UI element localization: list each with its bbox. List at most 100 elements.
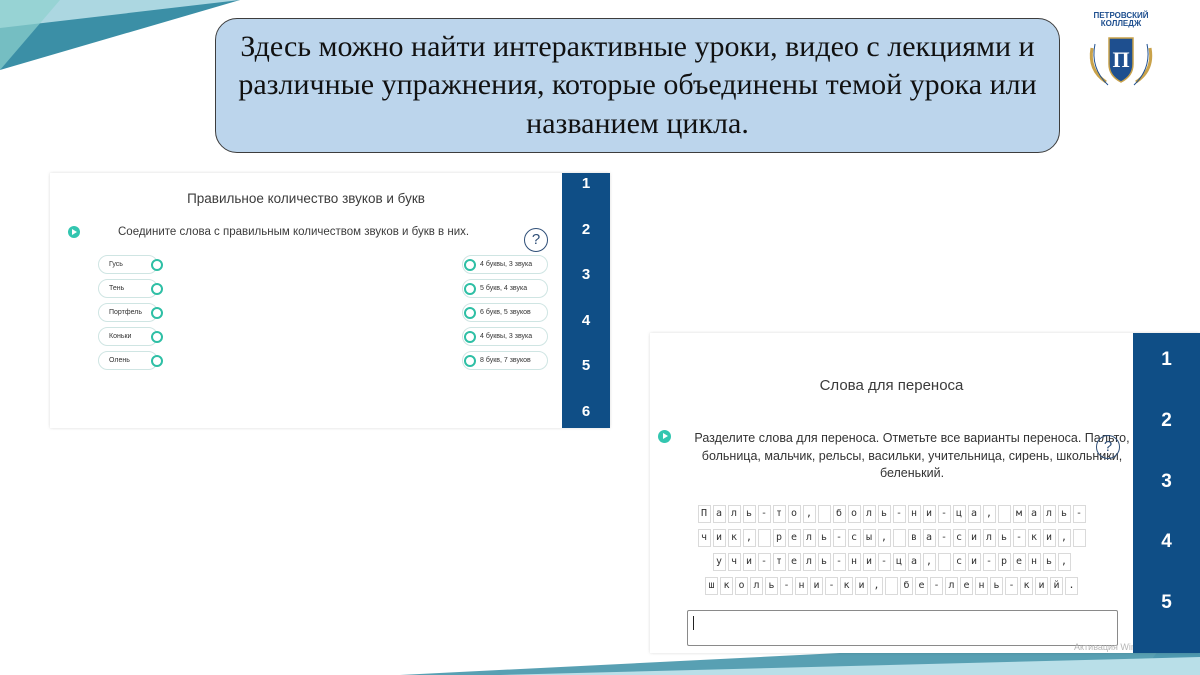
match-word-item[interactable]: Гусь (98, 255, 163, 274)
letter-tile[interactable]: й (1050, 577, 1063, 595)
letter-tile[interactable]: ц (952, 505, 966, 523)
letter-tile[interactable]: , (802, 505, 816, 523)
letter-tile[interactable]: и (1042, 529, 1056, 547)
letter-tile[interactable]: е (787, 529, 801, 547)
letter-tile[interactable]: , (1057, 553, 1071, 571)
letter-tile[interactable]: к (720, 577, 733, 595)
letter-tile[interactable]: с (952, 553, 966, 571)
letter-tile[interactable] (892, 529, 906, 547)
letter-tile[interactable]: и (1035, 577, 1048, 595)
letter-tile[interactable]: т (772, 553, 786, 571)
letter-tile[interactable]: а (922, 529, 936, 547)
match-word-item[interactable]: Олень (98, 351, 163, 370)
connector-dot[interactable] (464, 283, 476, 295)
letter-tile[interactable]: ь (990, 577, 1003, 595)
letter-tile[interactable]: , (870, 577, 883, 595)
letter-tile[interactable]: н (795, 577, 808, 595)
letter-tile[interactable] (757, 529, 771, 547)
letter-tile[interactable]: т (772, 505, 786, 523)
connector-dot[interactable] (151, 355, 163, 367)
connector-dot[interactable] (151, 259, 163, 271)
letter-tile[interactable]: с (952, 529, 966, 547)
letter-tile[interactable]: н (847, 553, 861, 571)
letter-tile[interactable]: о (735, 577, 748, 595)
letter-tile[interactable]: - (982, 553, 996, 571)
nav-number-item[interactable]: 6 (582, 403, 590, 420)
letter-tile[interactable]: р (772, 529, 786, 547)
nav-number-item[interactable]: 5 (582, 357, 590, 374)
letter-tile[interactable]: и (967, 529, 981, 547)
letter-tile[interactable]: , (1057, 529, 1071, 547)
letter-tile[interactable]: к (1020, 577, 1033, 595)
letter-tile[interactable]: л (945, 577, 958, 595)
letter-tile[interactable]: и (862, 553, 876, 571)
nav-number-item[interactable]: 3 (1161, 471, 1172, 532)
letter-tile[interactable]: - (1012, 529, 1026, 547)
letter-tile[interactable]: р (997, 553, 1011, 571)
letter-tile[interactable] (997, 505, 1011, 523)
nav-number-item[interactable]: 2 (1161, 410, 1172, 471)
connector-dot[interactable] (464, 259, 476, 271)
letter-tile[interactable]: с (847, 529, 861, 547)
letter-tile[interactable]: к (1027, 529, 1041, 547)
letter-tile[interactable]: и (712, 529, 726, 547)
letter-tile[interactable]: - (930, 577, 943, 595)
letter-tile[interactable]: и (810, 577, 823, 595)
match-answer-item[interactable]: 4 буквы, 3 звука (462, 327, 548, 346)
letter-tile[interactable]: е (915, 577, 928, 595)
connector-dot[interactable] (464, 355, 476, 367)
letter-tile[interactable]: а (1027, 505, 1041, 523)
letter-tile[interactable]: л (750, 577, 763, 595)
letter-tile[interactable]: ц (892, 553, 906, 571)
letter-tile[interactable]: м (1012, 505, 1026, 523)
letter-tile[interactable]: л (727, 505, 741, 523)
letter-tile[interactable]: - (877, 553, 891, 571)
letter-tile[interactable]: а (907, 553, 921, 571)
letter-tile[interactable]: н (907, 505, 921, 523)
letter-tile[interactable]: ь (765, 577, 778, 595)
letter-tile[interactable]: н (975, 577, 988, 595)
nav-number-item[interactable]: 1 (1161, 349, 1172, 410)
letter-tile[interactable]: и (922, 505, 936, 523)
letter-tile[interactable] (937, 553, 951, 571)
letter-tile[interactable]: ь (1057, 505, 1071, 523)
letter-tile[interactable]: ы (862, 529, 876, 547)
letter-tile[interactable]: ь (1042, 553, 1056, 571)
letter-tile[interactable]: е (960, 577, 973, 595)
connector-dot[interactable] (151, 331, 163, 343)
match-word-item[interactable]: Коньки (98, 327, 163, 346)
nav-number-item[interactable]: 4 (582, 312, 590, 329)
letter-tile[interactable]: и (742, 553, 756, 571)
letter-tile[interactable]: - (892, 505, 906, 523)
letter-tile[interactable]: - (1005, 577, 1018, 595)
letter-tile[interactable]: л (862, 505, 876, 523)
letter-tile[interactable]: ь (877, 505, 891, 523)
letter-tile[interactable]: ь (742, 505, 756, 523)
play-audio-icon[interactable] (658, 430, 671, 443)
letter-tile[interactable]: - (757, 505, 771, 523)
letter-tile[interactable]: - (757, 553, 771, 571)
letter-tile[interactable]: е (1012, 553, 1026, 571)
letter-tile[interactable]: у (712, 553, 726, 571)
match-answer-item[interactable]: 4 буквы, 3 звука (462, 255, 548, 274)
nav-number-item[interactable]: 1 (582, 175, 590, 192)
match-word-item[interactable]: Тень (98, 279, 163, 298)
letter-tile[interactable]: ш (705, 577, 718, 595)
letter-tile[interactable]: л (982, 529, 996, 547)
letter-tile[interactable]: и (855, 577, 868, 595)
letter-tile[interactable]: а (712, 505, 726, 523)
letter-tile[interactable] (885, 577, 898, 595)
letter-tile[interactable]: ь (817, 529, 831, 547)
letter-tile[interactable]: о (787, 505, 801, 523)
match-word-item[interactable]: Портфель (98, 303, 163, 322)
letter-tile[interactable]: - (832, 529, 846, 547)
letter-tile[interactable]: П (697, 505, 711, 523)
nav-number-item[interactable]: 5 (1161, 592, 1172, 653)
letter-tile[interactable]: , (922, 553, 936, 571)
letter-tile[interactable]: - (832, 553, 846, 571)
letter-tile[interactable]: , (742, 529, 756, 547)
letter-tile[interactable]: . (1065, 577, 1078, 595)
nav-number-item[interactable]: 2 (582, 221, 590, 238)
letter-tile[interactable]: - (825, 577, 838, 595)
letter-tile[interactable]: - (937, 505, 951, 523)
